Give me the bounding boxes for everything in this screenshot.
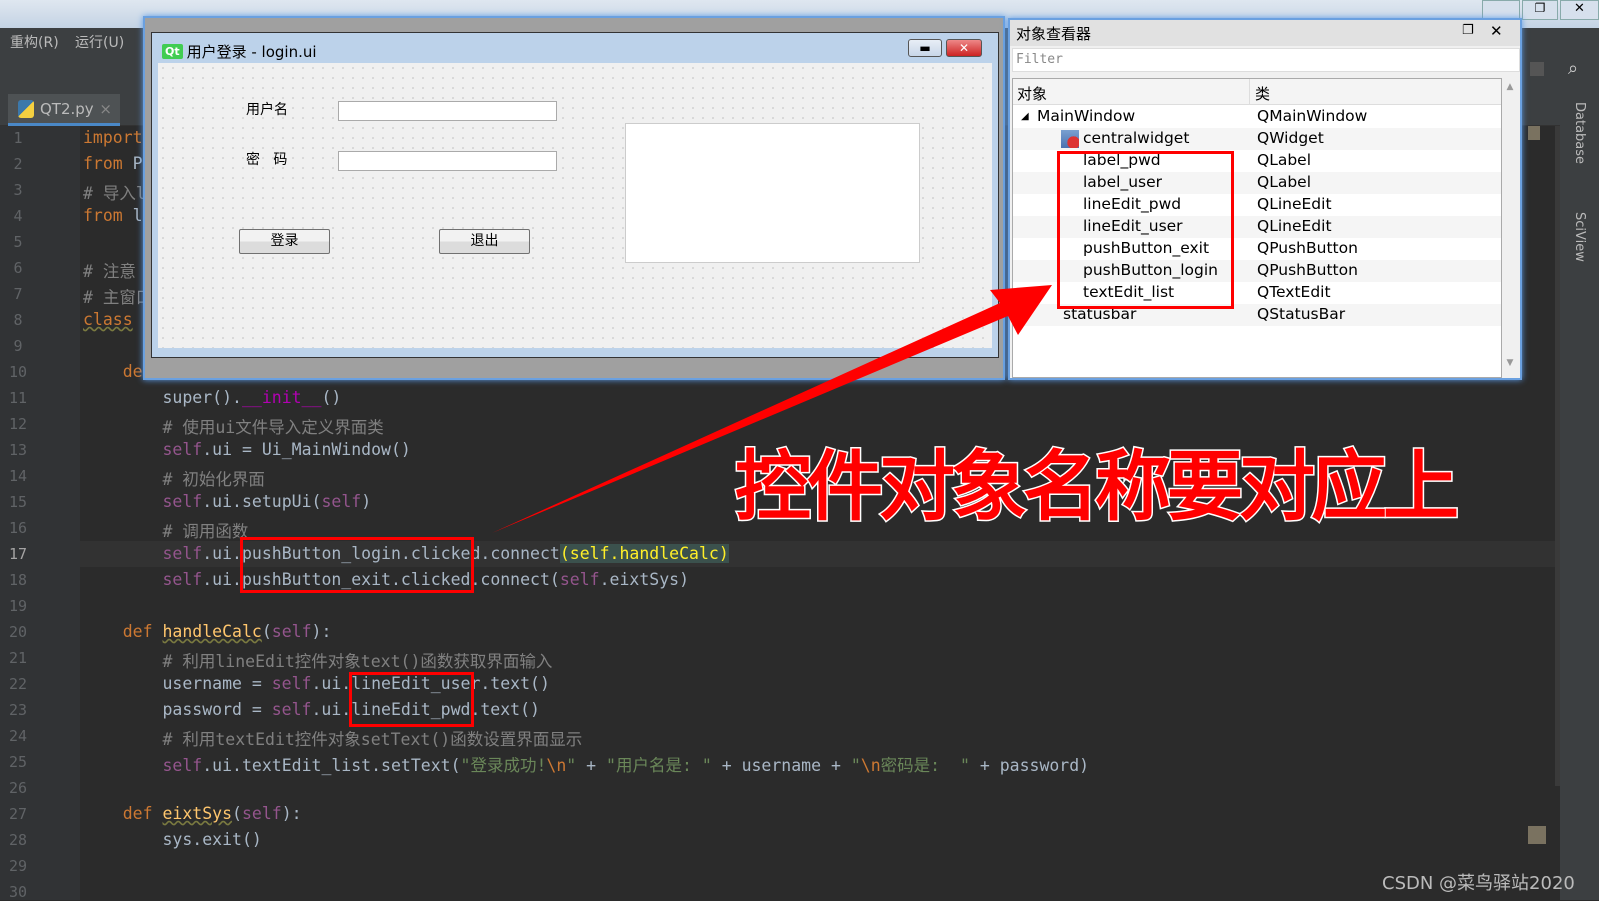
watermark: CSDN @菜鸟驿站2020	[1382, 873, 1575, 894]
annotation-text: 控件对象名称要对应上	[734, 441, 1461, 533]
